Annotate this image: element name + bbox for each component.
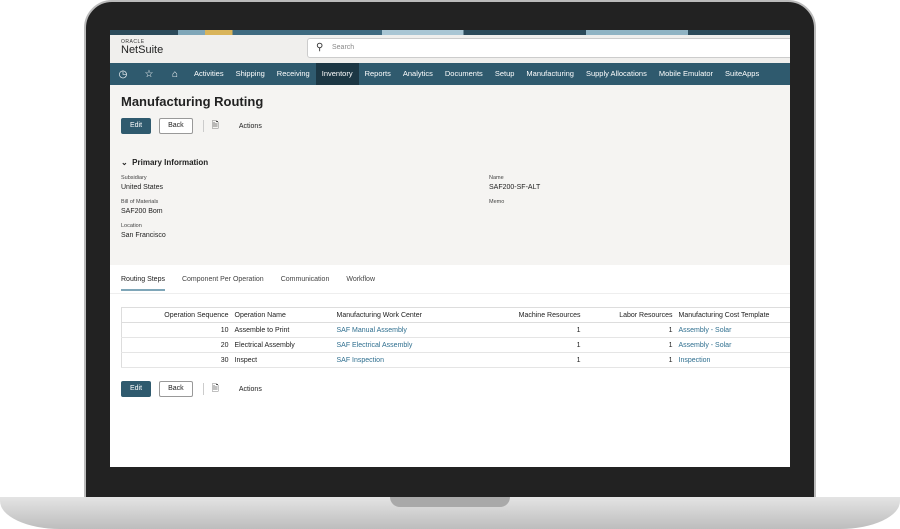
cell-labor: 1	[583, 337, 676, 353]
netsuite-logo[interactable]: ORACLE NetSuite	[121, 39, 163, 56]
recent-icon[interactable]: ◷	[110, 69, 136, 80]
logo-netsuite: NetSuite	[121, 44, 164, 56]
document-icon[interactable]: 🗎	[212, 381, 219, 397]
work-center-link[interactable]: SAF Electrical Assembly	[333, 337, 474, 353]
cell-machine: 1	[473, 322, 584, 338]
table-header: Operation Sequence Operation Name Manufa…	[121, 307, 790, 323]
col-cost-template[interactable]: Manufacturing Cost Template	[675, 307, 790, 323]
screen: ORACLE NetSuite ⚲ Search ◷ ☆ ⌂ Activitie…	[110, 30, 790, 467]
nav-activities[interactable]: Activities	[188, 63, 230, 85]
nav-reports[interactable]: Reports	[359, 63, 397, 85]
edit-button-bottom[interactable]: Edit	[121, 381, 152, 397]
primary-info-toggle[interactable]: ⌄ Primary Information	[121, 158, 208, 167]
nav-inventory[interactable]: Inventory	[315, 63, 359, 85]
nav-receiving[interactable]: Receiving	[271, 63, 316, 85]
cost-template-link[interactable]: Assembly - Solar	[675, 322, 790, 338]
cell-sequence: 30	[121, 352, 232, 368]
top-toolbar: Edit Back 🗎 Actions	[121, 118, 262, 134]
col-operation-name[interactable]: Operation Name	[231, 307, 334, 323]
tab-communication[interactable]: Communication	[281, 276, 330, 291]
search-icon: ⚲	[316, 42, 324, 53]
col-labor-resources[interactable]: Labor Resources	[583, 307, 676, 323]
nav-supply-allocations[interactable]: Supply Allocations	[580, 63, 653, 85]
laptop-notch	[390, 497, 510, 507]
cell-labor: 1	[583, 322, 676, 338]
divider	[202, 383, 204, 395]
location-value: San Francisco	[121, 232, 166, 239]
home-icon[interactable]: ⌂	[162, 69, 188, 80]
section-title: Primary Information	[132, 158, 209, 167]
cell-labor: 1	[583, 352, 676, 368]
back-button[interactable]: Back	[159, 118, 193, 134]
cell-operation-name: Inspect	[231, 352, 334, 368]
edit-button[interactable]: Edit	[121, 118, 152, 134]
nav-bar: ◷ ☆ ⌂ Activities Shipping Receiving Inve…	[110, 63, 790, 85]
cost-template-link[interactable]: Inspection	[675, 352, 790, 368]
table-row: 30 Inspect SAF Inspection 1 1 Inspection	[121, 352, 790, 368]
work-center-link[interactable]: SAF Inspection	[333, 352, 474, 368]
name-label: Name	[489, 175, 504, 181]
header: ORACLE NetSuite ⚲ Search	[110, 35, 790, 63]
subtabs: Routing Steps Component Per Operation Co…	[121, 276, 375, 291]
subsidiary-label: Subsidiary	[121, 175, 147, 181]
bottom-toolbar: Edit Back 🗎 Actions	[121, 381, 262, 397]
search-input[interactable]: ⚲ Search	[307, 38, 790, 58]
document-icon[interactable]: 🗎	[212, 118, 219, 134]
chevron-down-icon: ⌄	[121, 158, 133, 167]
star-icon[interactable]: ☆	[136, 69, 162, 80]
cell-machine: 1	[473, 352, 584, 368]
nav-suiteapps[interactable]: SuiteApps	[719, 63, 765, 85]
cell-sequence: 10	[121, 322, 232, 338]
nav-mobile-emulator[interactable]: Mobile Emulator	[653, 63, 719, 85]
routing-steps-table: Operation Sequence Operation Name Manufa…	[121, 307, 790, 368]
work-center-link[interactable]: SAF Manual Assembly	[333, 322, 474, 338]
tab-workflow[interactable]: Workflow	[346, 276, 375, 291]
back-button-bottom[interactable]: Back	[159, 381, 193, 397]
bom-label: Bill of Materials	[121, 199, 159, 205]
table-row: 10 Assemble to Print SAF Manual Assembly…	[121, 322, 790, 338]
name-value: SAF200-SF-ALT	[489, 184, 541, 191]
cost-template-link[interactable]: Assembly - Solar	[675, 337, 790, 353]
col-work-center[interactable]: Manufacturing Work Center	[333, 307, 474, 323]
cell-machine: 1	[473, 337, 584, 353]
nav-shipping[interactable]: Shipping	[230, 63, 271, 85]
actions-menu[interactable]: Actions	[239, 123, 262, 130]
tab-component-per-operation[interactable]: Component Per Operation	[182, 276, 264, 291]
table-row: 20 Electrical Assembly SAF Electrical As…	[121, 337, 790, 353]
tab-routing-steps[interactable]: Routing Steps	[121, 276, 165, 291]
cell-operation-name: Electrical Assembly	[231, 337, 334, 353]
record-header: Manufacturing Routing Edit Back 🗎 Action…	[110, 85, 790, 265]
nav-setup[interactable]: Setup	[489, 63, 521, 85]
location-label: Location	[121, 223, 142, 229]
col-machine-resources[interactable]: Machine Resources	[473, 307, 584, 323]
cell-sequence: 20	[121, 337, 232, 353]
actions-menu-bottom[interactable]: Actions	[239, 386, 262, 393]
memo-label: Memo	[489, 199, 505, 205]
col-operation-sequence[interactable]: Operation Sequence	[121, 307, 232, 323]
bom-value: SAF200 Bom	[121, 208, 163, 215]
subsidiary-value: United States	[121, 184, 164, 191]
nav-documents[interactable]: Documents	[439, 63, 489, 85]
cell-operation-name: Assemble to Print	[231, 322, 334, 338]
tab-divider	[110, 293, 790, 294]
nav-manufacturing[interactable]: Manufacturing	[520, 63, 580, 85]
page-title: Manufacturing Routing	[121, 94, 264, 109]
nav-analytics[interactable]: Analytics	[397, 63, 439, 85]
search-placeholder: Search	[332, 44, 355, 51]
divider	[202, 120, 204, 132]
